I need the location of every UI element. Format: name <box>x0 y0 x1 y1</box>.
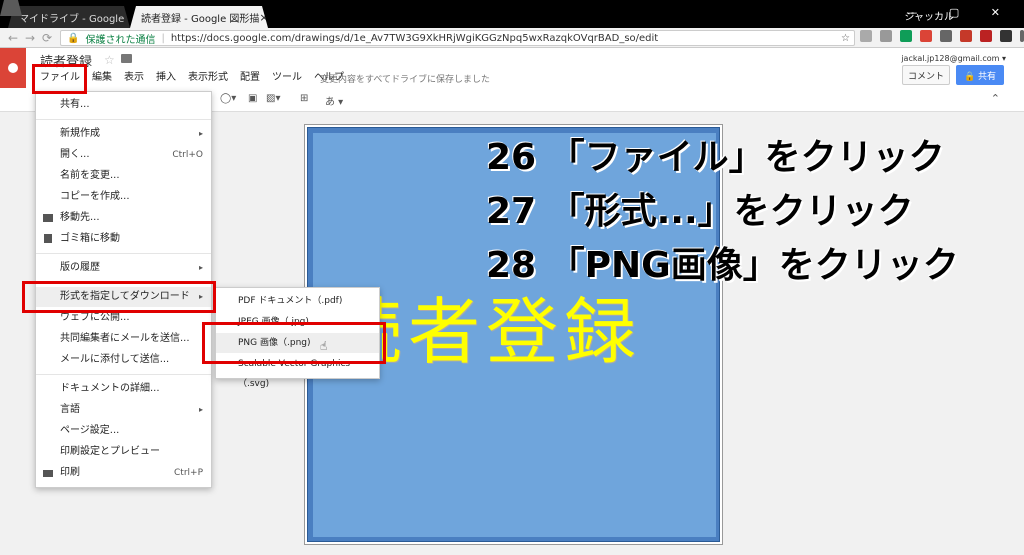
extension-icon[interactable] <box>940 30 952 42</box>
chevron-right-icon: ▸ <box>198 263 203 272</box>
menu-format[interactable]: 表示形式 <box>182 70 234 86</box>
menu-item-print-preview[interactable]: 印刷設定とプレビュー <box>36 442 211 462</box>
chevron-right-icon: ▸ <box>198 129 203 138</box>
menu-item-print[interactable]: 印刷 Ctrl+P <box>36 463 211 483</box>
menu-insert[interactable]: 挿入 <box>150 70 182 86</box>
highlight-box-png <box>202 322 386 364</box>
menu-tools[interactable]: ツール <box>266 70 308 86</box>
comment-button[interactable]: コメント <box>902 65 950 85</box>
close-icon[interactable]: × <box>259 11 268 24</box>
extension-icon[interactable] <box>880 30 892 42</box>
shape-tool-icon[interactable]: ◯▾ <box>220 93 236 104</box>
print-icon <box>43 470 53 477</box>
menu-item-open[interactable]: 開く... Ctrl+O <box>36 145 211 165</box>
menu-item-move[interactable]: 移動先... <box>36 208 211 228</box>
image-tool-icon[interactable]: ▨▾ <box>266 93 280 104</box>
menu-item-rename[interactable]: 名前を変更... <box>36 166 211 186</box>
share-button[interactable]: 🔒 共有 <box>956 65 1004 85</box>
menu-item-copy[interactable]: コピーを作成... <box>36 187 211 207</box>
menu-item-email-collaborators[interactable]: 共同編集者にメールを送信... <box>36 329 211 349</box>
browser-tab-drawing[interactable]: 読者登録 - Google 図形描 × <box>130 6 268 28</box>
add-icon[interactable]: ⊞ <box>300 93 308 104</box>
star-icon[interactable]: ☆ <box>104 53 115 67</box>
menu-item-new[interactable]: 新規作成 ▸ <box>36 124 211 144</box>
extension-icon[interactable] <box>860 30 872 42</box>
extension-icon[interactable] <box>1000 30 1012 42</box>
browser-titlebar: マイドライブ - Google ドライ × 読者登録 - Google 図形描 … <box>0 0 1024 28</box>
new-tab-button[interactable] <box>0 0 22 16</box>
menu-icon[interactable] <box>1020 30 1024 42</box>
extensions <box>860 30 1024 44</box>
annotation-step-28: 28 「PNG画像」をクリック <box>486 245 959 286</box>
menu-item-trash[interactable]: ゴミ箱に移動 <box>36 229 211 249</box>
secure-label: 保護された通信 <box>85 34 156 46</box>
chevron-right-icon: ▸ <box>198 405 203 414</box>
reload-icon[interactable]: ⟳ <box>42 31 52 45</box>
menu-arrange[interactable]: 配置 <box>234 70 266 86</box>
bookmark-star-icon[interactable]: ☆ <box>841 33 850 44</box>
url-field[interactable]: 🔒 保護された通信 | https://docs.google.com/draw… <box>60 30 855 46</box>
submenu-item-pdf[interactable]: PDF ドキュメント（.pdf) <box>216 291 379 311</box>
window-controls[interactable]: — ▢ ✕ <box>906 6 1014 19</box>
menu-item-page-setup[interactable]: ページ設定... <box>36 421 211 441</box>
forward-icon[interactable]: → <box>25 31 35 45</box>
collapse-icon[interactable]: ⌃ <box>991 92 1000 105</box>
trash-icon <box>44 234 52 243</box>
menu-item-email-attachment[interactable]: メールに添付して送信... <box>36 350 211 370</box>
annotation-step-26: 26 「ファイル」をクリック <box>486 137 945 178</box>
highlight-box-download <box>22 281 216 313</box>
extension-icon[interactable] <box>920 30 932 42</box>
lock-icon: 🔒 <box>67 32 80 44</box>
save-status[interactable]: 変更内容をすべてドライブに保存しました <box>320 72 490 85</box>
tab-title: 読者登録 - Google 図形描 <box>141 13 260 25</box>
menu-item-details[interactable]: ドキュメントの詳細... <box>36 379 211 399</box>
screen: マイドライブ - Google ドライ × 読者登録 - Google 図形描 … <box>0 0 1024 555</box>
extension-icon[interactable] <box>980 30 992 42</box>
url-text: https://docs.google.com/drawings/d/1e_Av… <box>170 32 659 44</box>
textbox-tool-icon[interactable]: ▣ <box>248 93 257 104</box>
account-email[interactable]: jackal.jp128@gmail.com ▾ <box>901 54 1006 63</box>
menu-item-version-history[interactable]: 版の履歴 ▸ <box>36 258 211 278</box>
folder-icon[interactable] <box>121 54 132 63</box>
folder-icon <box>43 214 53 222</box>
menu-item-share[interactable]: 共有... <box>36 95 211 115</box>
address-bar: ← → ⟳ 🔒 保護された通信 | https://docs.google.co… <box>0 28 1024 48</box>
menu-view[interactable]: 表示 <box>118 70 150 86</box>
menu-edit[interactable]: 編集 <box>86 70 118 86</box>
extension-icon[interactable] <box>960 30 972 42</box>
browser-tab-drive[interactable]: マイドライブ - Google ドライ × <box>8 6 130 28</box>
annotation-step-27: 27 「形式...」をクリック <box>486 191 914 232</box>
highlight-box-file <box>32 64 87 94</box>
back-icon[interactable]: ← <box>8 31 18 45</box>
tab-title: マイドライブ - Google ドライ <box>19 13 125 25</box>
text-tool[interactable]: あ ▾ <box>325 93 343 108</box>
drawings-logo-icon[interactable] <box>0 48 26 88</box>
menu-item-language[interactable]: 言語 ▸ <box>36 400 211 420</box>
app-header: 読者登録 ☆ ファイル 編集 表示 挿入 表示形式 配置 ツール ヘルプ 変更内… <box>0 48 1024 88</box>
extension-icon[interactable] <box>900 30 912 42</box>
